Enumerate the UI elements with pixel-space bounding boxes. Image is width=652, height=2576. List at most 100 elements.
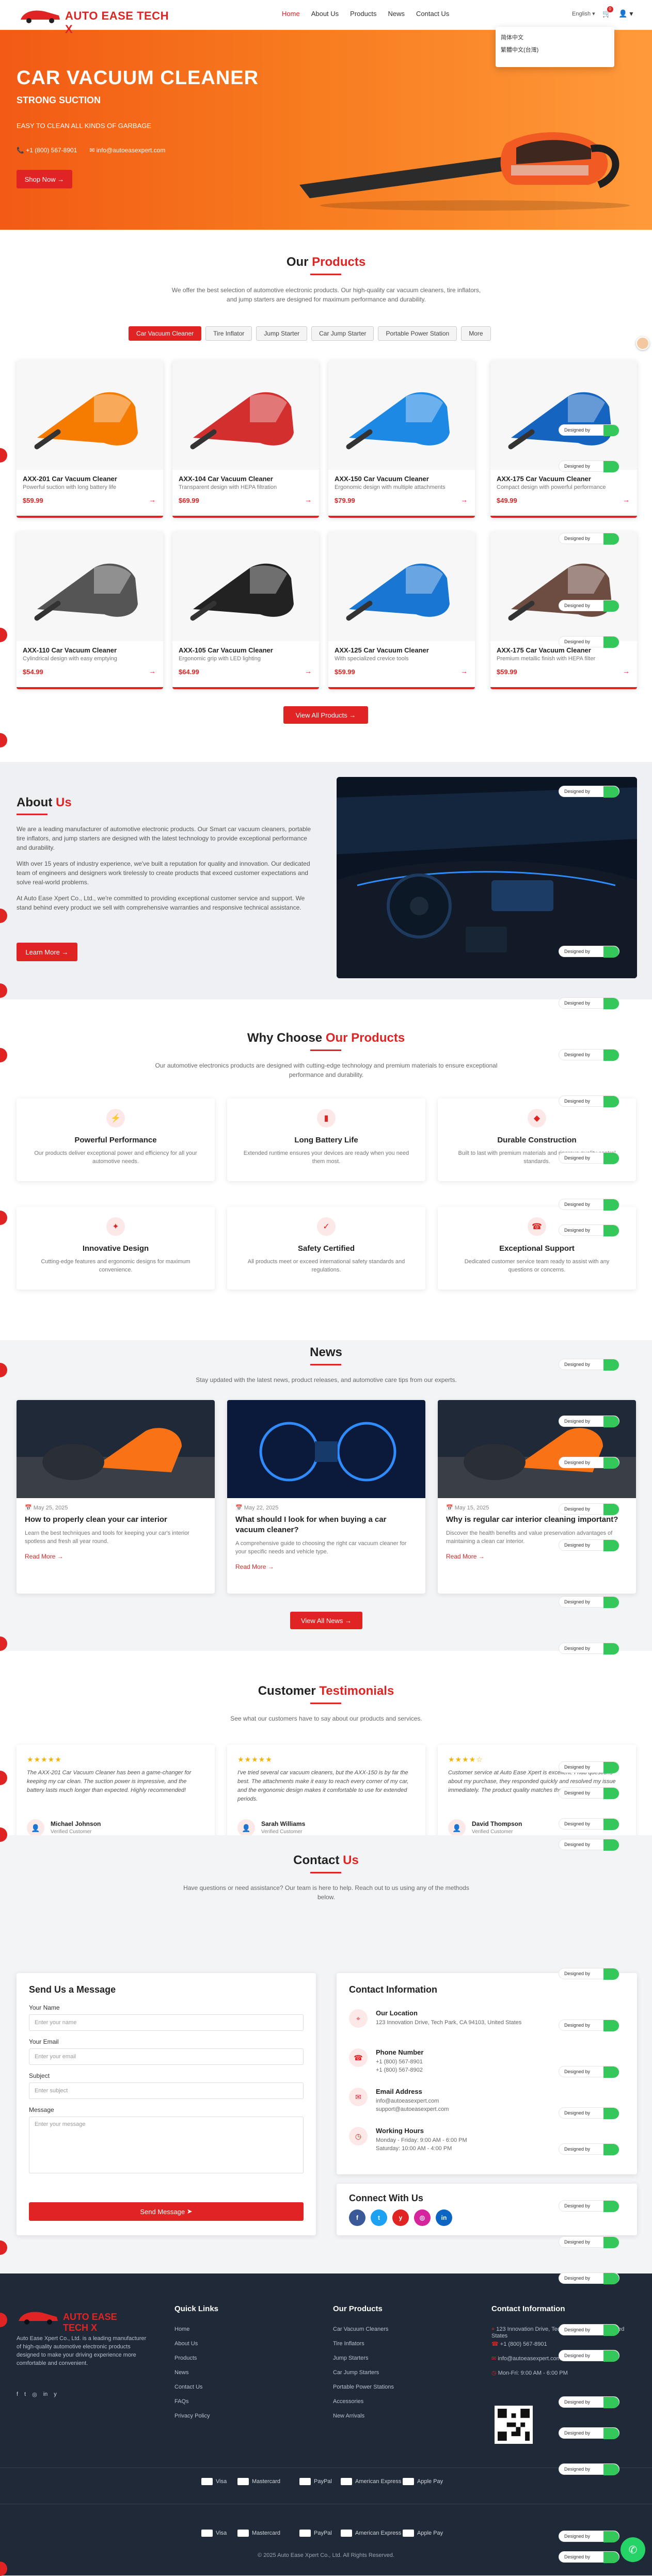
news-title[interactable]: How to properly clean your car interior [25, 1515, 205, 1525]
nav-news[interactable]: News [388, 10, 405, 18]
twitter-icon[interactable]: t [24, 2391, 26, 2398]
arrow-right-icon[interactable]: → [623, 496, 630, 504]
designed-by-badge[interactable]: Designed by [559, 1596, 619, 1608]
footer-contact-item[interactable]: ☎ +1 (800) 567-8901 [491, 2341, 631, 2347]
designed-by-badge[interactable]: Designed by [559, 1839, 619, 1851]
designed-by-badge[interactable]: Designed by [559, 786, 619, 798]
youtube-icon[interactable]: y [54, 2391, 57, 2398]
designed-by-badge[interactable]: Designed by [559, 2272, 619, 2284]
tab-car-vacuum[interactable]: Car Vacuum Cleaner [129, 326, 202, 341]
designed-by-badge[interactable]: Designed by [559, 2066, 619, 2078]
view-all-products-button[interactable]: View All Products → [283, 706, 368, 724]
designed-by-badge[interactable]: Designed by [559, 1152, 619, 1164]
footer-product-link[interactable]: New Arrivals [333, 2413, 364, 2419]
product-name[interactable]: AXX-125 Car Vacuum Cleaner [335, 646, 429, 654]
arrow-right-icon[interactable]: → [460, 496, 468, 504]
designed-by-badge[interactable]: Designed by [559, 1818, 619, 1830]
footer-product-link[interactable]: Jump Starters [333, 2355, 368, 2361]
designed-by-badge[interactable]: Designed by [559, 460, 619, 472]
dropdown-option[interactable]: 繁體中文(台灣) [501, 43, 609, 56]
nav-home[interactable]: Home [282, 10, 300, 18]
product-card[interactable]: AXX-201 Car Vacuum Cleaner Powerful sucti… [17, 360, 163, 518]
hero-phone[interactable]: 📞 +1 (800) 567-8901 [17, 147, 77, 154]
product-name[interactable]: AXX-110 Car Vacuum Cleaner [23, 646, 117, 654]
designed-by-badge[interactable]: Designed by [559, 2236, 619, 2248]
product-name[interactable]: AXX-105 Car Vacuum Cleaner [179, 646, 273, 654]
learn-more-button[interactable]: Learn More → [17, 943, 77, 961]
designed-by-badge[interactable]: Designed by [559, 2143, 619, 2155]
hero-email[interactable]: ✉ info@autoeasexpert.com [89, 147, 165, 154]
language-select[interactable]: English ▾ [572, 10, 595, 17]
youtube-icon[interactable]: y [392, 2209, 409, 2226]
footer-product-link[interactable]: Tire Inflators [333, 2341, 364, 2347]
email-input[interactable]: Enter your email [29, 2048, 304, 2065]
designed-by-badge[interactable]: Designed by [559, 2107, 619, 2119]
footer-logo[interactable]: AUTO EASE TECH X [17, 2308, 140, 2333]
arrow-right-icon[interactable]: → [623, 667, 630, 675]
arrow-right-icon[interactable]: → [305, 496, 312, 504]
product-card[interactable]: AXX-175 Car Vacuum Cleaner Compact design… [490, 360, 637, 518]
designed-by-badge[interactable]: Designed by [559, 636, 619, 648]
product-name[interactable]: AXX-175 Car Vacuum Cleaner [497, 475, 591, 483]
designed-by-badge[interactable]: Designed by [559, 1095, 619, 1107]
footer-link[interactable]: Contact Us [174, 2384, 202, 2390]
news-card[interactable]: 📅 May 25, 2025 How to properly clean your… [17, 1400, 215, 1594]
logo[interactable]: AUTO EASE TECH X [19, 6, 173, 36]
read-more-link[interactable]: Read More → [446, 1553, 485, 1560]
designed-by-badge[interactable]: Designed by [559, 1199, 619, 1211]
footer-link[interactable]: Products [174, 2355, 197, 2361]
nav-products[interactable]: Products [350, 10, 376, 18]
chat-avatar[interactable] [636, 337, 649, 350]
designed-by-badge[interactable]: Designed by [559, 2396, 619, 2408]
designed-by-badge[interactable]: Designed by [559, 1049, 619, 1061]
designed-by-badge[interactable]: Designed by [559, 2463, 619, 2475]
product-card[interactable]: AXX-150 Car Vacuum Cleaner Ergonomic desi… [328, 360, 475, 518]
footer-link[interactable]: Privacy Policy [174, 2413, 210, 2419]
dropdown-option[interactable]: 简体中文 [501, 31, 609, 43]
shop-now-button[interactable]: Shop Now → [17, 170, 72, 188]
read-more-link[interactable]: Read More → [235, 1563, 274, 1570]
footer-contact-item[interactable]: ◷ Mon-Fri: 9:00 AM - 6:00 PM [491, 2370, 631, 2376]
designed-by-badge[interactable]: Designed by [559, 1761, 619, 1773]
designed-by-badge[interactable]: Designed by [559, 946, 619, 958]
designed-by-badge[interactable]: Designed by [559, 2324, 619, 2336]
designed-by-badge[interactable]: Designed by [559, 2020, 619, 2031]
message-textarea[interactable]: Enter your message [29, 2117, 304, 2173]
tab-jump-starter[interactable]: Jump Starter [256, 326, 308, 341]
news-title[interactable]: Why is regular car interior cleaning imp… [446, 1515, 627, 1525]
product-name[interactable]: AXX-201 Car Vacuum Cleaner [23, 475, 117, 483]
news-card[interactable]: 📅 May 22, 2025 What should I look for whe… [227, 1400, 425, 1594]
footer-link[interactable]: Home [174, 2326, 189, 2332]
footer-product-link[interactable]: Car Vacuum Cleaners [333, 2326, 388, 2332]
view-all-news-button[interactable]: View All News → [290, 1612, 362, 1629]
designed-by-badge[interactable]: Designed by [559, 1643, 619, 1655]
tab-power-station[interactable]: Portable Power Station [378, 326, 457, 341]
news-title[interactable]: What should I look for when buying a car… [235, 1515, 416, 1535]
product-name[interactable]: AXX-175 Car Vacuum Cleaner [497, 646, 591, 654]
arrow-right-icon[interactable]: → [149, 667, 156, 675]
designed-by-badge[interactable]: Designed by [559, 1787, 619, 1799]
designed-by-badge[interactable]: Designed by [559, 2531, 619, 2542]
designed-by-badge[interactable]: Designed by [559, 2350, 619, 2362]
designed-by-badge[interactable]: Designed by [559, 1359, 619, 1371]
tab-tire-inflator[interactable]: Tire Inflator [205, 326, 252, 341]
linkedin-icon[interactable]: in [436, 2209, 452, 2226]
designed-by-badge[interactable]: Designed by [559, 533, 619, 545]
cart-icon[interactable]: 🛒 0 [602, 6, 613, 18]
product-card[interactable]: AXX-105 Car Vacuum Cleaner Ergonomic grip… [172, 532, 319, 689]
twitter-icon[interactable]: t [371, 2209, 387, 2226]
designed-by-badge[interactable]: Designed by [559, 997, 619, 1009]
news-card[interactable]: 📅 May 15, 2025 Why is regular car interio… [438, 1400, 636, 1594]
whatsapp-button[interactable]: ✆ [621, 2537, 645, 2562]
footer-product-link[interactable]: Portable Power Stations [333, 2384, 394, 2390]
footer-link[interactable]: About Us [174, 2341, 198, 2347]
facebook-icon[interactable]: f [349, 2209, 365, 2226]
designed-by-badge[interactable]: Designed by [559, 1225, 619, 1236]
nav-about[interactable]: About Us [311, 10, 339, 18]
designed-by-badge[interactable]: Designed by [559, 1503, 619, 1515]
footer-link[interactable]: FAQs [174, 2398, 189, 2405]
designed-by-badge[interactable]: Designed by [559, 1968, 619, 1980]
designed-by-badge[interactable]: Designed by [559, 600, 619, 612]
product-name[interactable]: AXX-104 Car Vacuum Cleaner [179, 475, 273, 483]
read-more-link[interactable]: Read More → [25, 1553, 63, 1560]
